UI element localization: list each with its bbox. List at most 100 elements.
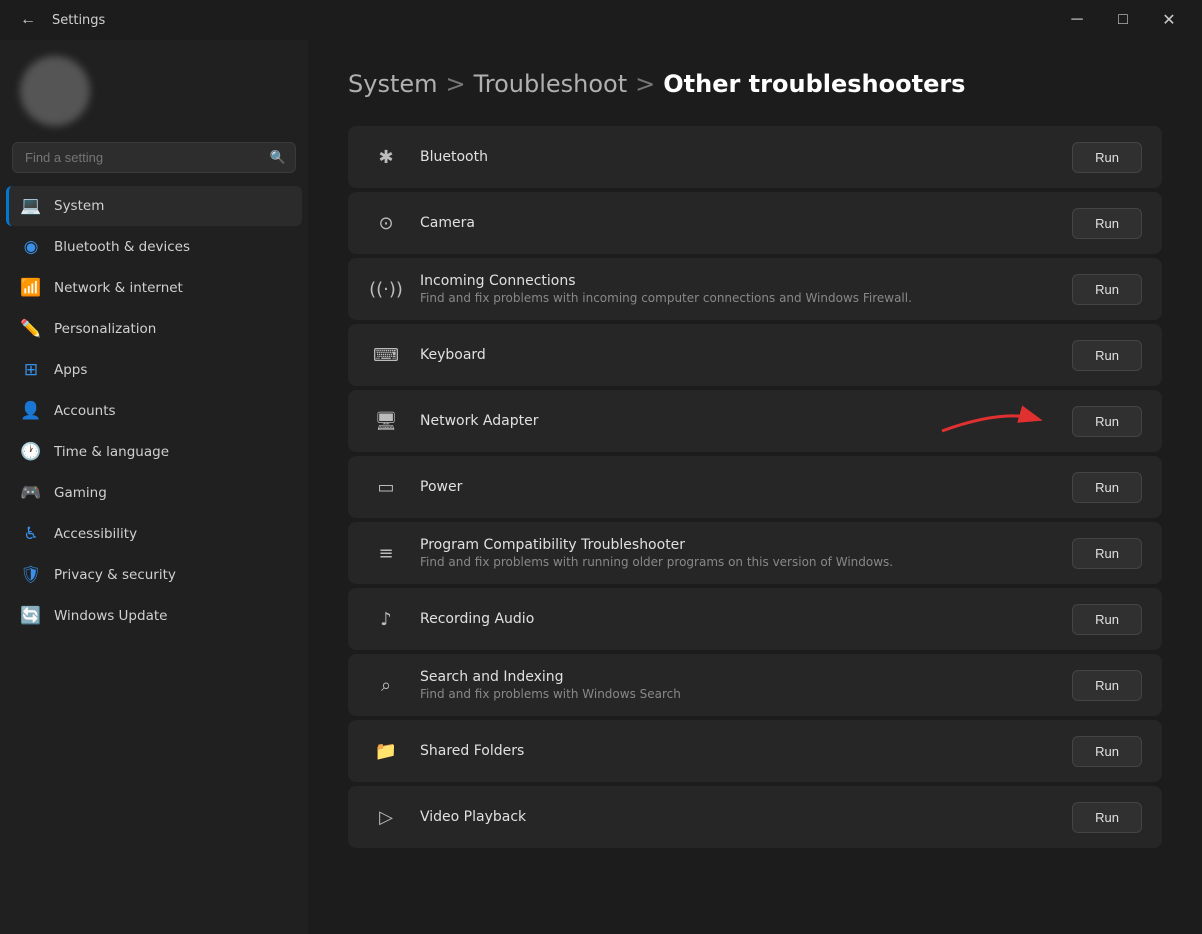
bluetooth-run-button[interactable]: Run xyxy=(1072,142,1142,173)
sidebar-item-bluetooth[interactable]: ◉ Bluetooth & devices xyxy=(6,227,302,267)
accounts-icon: 👤 xyxy=(20,401,42,421)
sidebar-item-update[interactable]: 🔄 Windows Update xyxy=(6,596,302,636)
sidebar-label-apps: Apps xyxy=(54,362,87,378)
ts-item-incoming: ((·)) Incoming Connections Find and fix … xyxy=(348,258,1162,320)
program-compat-desc: Find and fix problems with running older… xyxy=(420,555,1056,569)
sidebar-item-apps[interactable]: ⊞ Apps xyxy=(6,350,302,390)
camera-title: Camera xyxy=(420,215,1056,231)
program-compat-info: Program Compatibility Troubleshooter Fin… xyxy=(404,537,1072,569)
shared-folders-run-button[interactable]: Run xyxy=(1072,736,1142,767)
maximize-button[interactable]: □ xyxy=(1100,4,1146,36)
network-adapter-info: Network Adapter xyxy=(404,413,1072,429)
incoming-icon: ((·)) xyxy=(368,279,404,300)
incoming-title: Incoming Connections xyxy=(420,273,1056,289)
video-playback-icon: ▷ xyxy=(368,807,404,828)
ts-item-video-playback: ▷ Video Playback Run xyxy=(348,786,1162,848)
incoming-desc: Find and fix problems with incoming comp… xyxy=(420,291,1056,305)
shared-folders-info: Shared Folders xyxy=(404,743,1072,759)
bluetooth-title: Bluetooth xyxy=(420,149,1056,165)
breadcrumb-system: System xyxy=(348,70,438,98)
update-icon: 🔄 xyxy=(20,606,42,626)
sidebar-nav: 💻 System ◉ Bluetooth & devices 📶 Network… xyxy=(0,185,308,637)
search-indexing-icon: ⌕ xyxy=(368,675,404,696)
sidebar-label-gaming: Gaming xyxy=(54,485,107,501)
back-button[interactable]: ← xyxy=(14,6,42,34)
sidebar-label-update: Windows Update xyxy=(54,608,167,624)
search-indexing-title: Search and Indexing xyxy=(420,669,1056,685)
ts-item-bluetooth: ✱ Bluetooth Run xyxy=(348,126,1162,188)
sidebar-item-personalization[interactable]: ✏️ Personalization xyxy=(6,309,302,349)
ts-item-keyboard: ⌨ Keyboard Run xyxy=(348,324,1162,386)
personalization-icon: ✏️ xyxy=(20,319,42,339)
titlebar: ← Settings ─ □ ✕ xyxy=(0,0,1202,40)
breadcrumb-current: Other troubleshooters xyxy=(663,70,965,98)
power-title: Power xyxy=(420,479,1056,495)
sidebar-label-accessibility: Accessibility xyxy=(54,526,137,542)
ts-item-shared-folders: 📁 Shared Folders Run xyxy=(348,720,1162,782)
sidebar-item-privacy[interactable]: 🛡 Privacy & security xyxy=(6,555,302,595)
sidebar-item-network[interactable]: 📶 Network & internet xyxy=(6,268,302,308)
search-indexing-run-button[interactable]: Run xyxy=(1072,670,1142,701)
main-layout: 🔍 💻 System ◉ Bluetooth & devices 📶 Netwo… xyxy=(0,40,1202,934)
shared-folders-title: Shared Folders xyxy=(420,743,1056,759)
breadcrumb-sep2: > xyxy=(635,70,655,98)
sidebar-label-accounts: Accounts xyxy=(54,403,116,419)
program-compat-run-button[interactable]: Run xyxy=(1072,538,1142,569)
ts-item-power: ▭ Power Run xyxy=(348,456,1162,518)
keyboard-run-button[interactable]: Run xyxy=(1072,340,1142,371)
privacy-icon: 🛡 xyxy=(20,565,42,585)
video-playback-run-button[interactable]: Run xyxy=(1072,802,1142,833)
titlebar-left: ← Settings xyxy=(14,6,105,34)
camera-info: Camera xyxy=(404,215,1072,231)
accessibility-icon: ♿ xyxy=(20,524,42,544)
sidebar-label-network: Network & internet xyxy=(54,280,183,296)
incoming-info: Incoming Connections Find and fix proble… xyxy=(404,273,1072,305)
incoming-run-button[interactable]: Run xyxy=(1072,274,1142,305)
breadcrumb-sep1: > xyxy=(446,70,466,98)
camera-icon: ⊙ xyxy=(368,213,404,234)
content-area: System > Troubleshoot > Other troublesho… xyxy=(308,40,1202,934)
sidebar-item-accounts[interactable]: 👤 Accounts xyxy=(6,391,302,431)
search-box: 🔍 xyxy=(12,142,296,173)
power-run-button[interactable]: Run xyxy=(1072,472,1142,503)
gaming-icon: 🎮 xyxy=(20,483,42,503)
titlebar-title: Settings xyxy=(52,13,105,28)
video-playback-info: Video Playback xyxy=(404,809,1072,825)
ts-item-network-adapter: 🖥 Network Adapter Run xyxy=(348,390,1162,452)
sidebar-item-accessibility[interactable]: ♿ Accessibility xyxy=(6,514,302,554)
breadcrumb: System > Troubleshoot > Other troublesho… xyxy=(348,70,1162,98)
time-icon: 🕐 xyxy=(20,442,42,462)
camera-run-button[interactable]: Run xyxy=(1072,208,1142,239)
network-icon: 📶 xyxy=(20,278,42,298)
minimize-button[interactable]: ─ xyxy=(1054,4,1100,36)
sidebar-item-gaming[interactable]: 🎮 Gaming xyxy=(6,473,302,513)
ts-item-program-compat: ≡ Program Compatibility Troubleshooter F… xyxy=(348,522,1162,584)
search-icon: 🔍 xyxy=(270,150,286,165)
sidebar-label-personalization: Personalization xyxy=(54,321,156,337)
search-input[interactable] xyxy=(12,142,296,173)
bluetooth-icon: ✱ xyxy=(368,147,404,168)
avatar xyxy=(20,56,90,126)
recording-audio-run-button[interactable]: Run xyxy=(1072,604,1142,635)
system-icon: 💻 xyxy=(20,196,42,216)
power-icon: ▭ xyxy=(368,477,404,498)
search-indexing-desc: Find and fix problems with Windows Searc… xyxy=(420,687,1056,701)
ts-item-recording-audio: ♪ Recording Audio Run xyxy=(348,588,1162,650)
bluetooth-icon: ◉ xyxy=(20,237,42,257)
network-adapter-run-button[interactable]: Run xyxy=(1072,406,1142,437)
apps-icon: ⊞ xyxy=(20,360,42,380)
sidebar-item-system[interactable]: 💻 System xyxy=(6,186,302,226)
recording-audio-info: Recording Audio xyxy=(404,611,1072,627)
bluetooth-info: Bluetooth xyxy=(404,149,1072,165)
close-button[interactable]: ✕ xyxy=(1146,4,1192,36)
sidebar-item-time[interactable]: 🕐 Time & language xyxy=(6,432,302,472)
sidebar: 🔍 💻 System ◉ Bluetooth & devices 📶 Netwo… xyxy=(0,40,308,934)
ts-item-search-indexing: ⌕ Search and Indexing Find and fix probl… xyxy=(348,654,1162,716)
sidebar-label-system: System xyxy=(54,198,104,214)
shared-folders-icon: 📁 xyxy=(368,741,404,762)
recording-audio-title: Recording Audio xyxy=(420,611,1056,627)
network-adapter-icon: 🖥 xyxy=(368,411,404,432)
search-indexing-info: Search and Indexing Find and fix problem… xyxy=(404,669,1072,701)
program-compat-icon: ≡ xyxy=(368,543,404,564)
sidebar-label-bluetooth: Bluetooth & devices xyxy=(54,239,190,255)
